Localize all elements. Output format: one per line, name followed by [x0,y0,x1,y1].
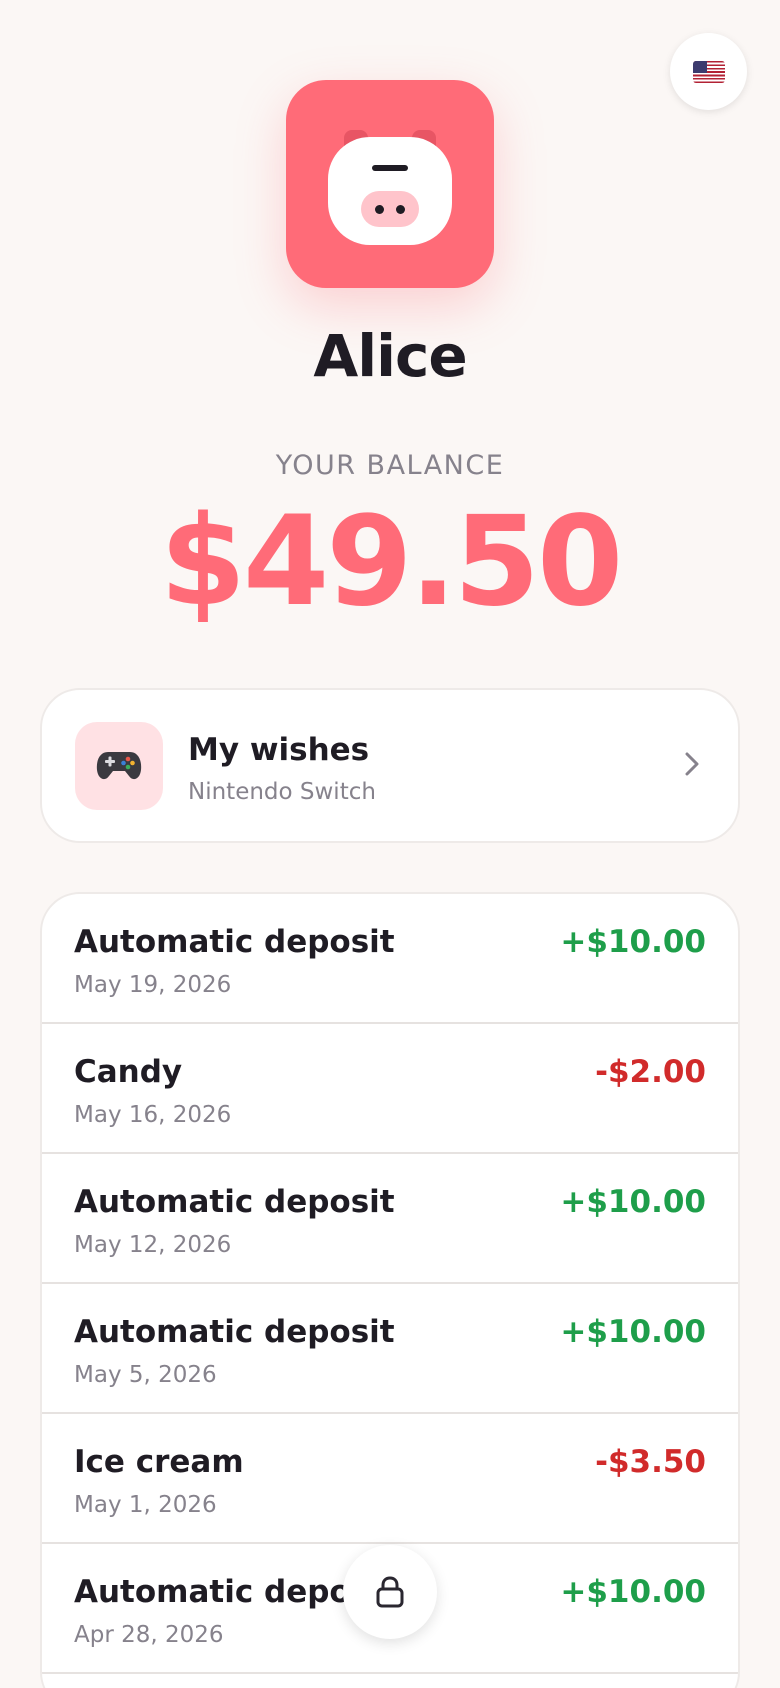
transaction-date: May 16, 2026 [74,1102,232,1128]
balance-amount: $49.50 [159,490,624,634]
transaction-date: May 5, 2026 [74,1362,217,1388]
transaction-row[interactable]: Automatic deposit May 12, 2026 +$10.00 [42,1154,738,1284]
transaction-title: Candy [74,1054,183,1090]
transaction-amount: +$10.00 [560,924,706,960]
transaction-amount: +$10.00 [560,1574,706,1610]
transaction-date: May 1, 2026 [74,1492,217,1518]
transaction-title: Ice cream [74,1444,244,1480]
transaction-row[interactable]: Automatic deposit May 5, 2026 +$10.00 [42,1284,738,1414]
transaction-row[interactable]: Candy May 16, 2026 -$2.00 [42,1024,738,1154]
child-name: Alice [313,322,467,390]
transaction-date: Apr 28, 2026 [74,1622,224,1648]
kid-wallet-screen: Alice YOUR BALANCE $49.50 My wishes Nint… [0,0,780,1688]
transaction-title: Automatic deposit [74,924,395,960]
game-controller-icon [75,722,163,810]
lock-button[interactable] [343,1545,437,1639]
transaction-row[interactable]: Automatic deposit May 19, 2026 +$10.00 [42,894,738,1024]
transaction-row[interactable]: Ice cream May 1, 2026 -$3.50 [42,1414,738,1544]
piggy-bank-icon [286,80,494,288]
transaction-title: Automatic deposit [74,1184,395,1220]
language-button[interactable] [670,33,747,110]
transaction-amount: -$3.50 [595,1444,706,1480]
wishes-card[interactable]: My wishes Nintendo Switch [40,688,740,843]
chevron-right-icon [685,752,699,776]
us-flag-icon [692,60,725,83]
transaction-date: May 19, 2026 [74,972,232,998]
transaction-date: May 12, 2026 [74,1232,232,1258]
transaction-amount: +$10.00 [560,1314,706,1350]
wishes-title: My wishes [188,732,370,768]
lock-icon [376,1576,404,1608]
balance-label: YOUR BALANCE [275,450,505,481]
wishes-subtitle: Nintendo Switch [188,779,376,805]
transaction-amount: -$2.00 [595,1054,706,1090]
transaction-amount: +$10.00 [560,1184,706,1220]
transaction-title: Automatic deposit [74,1314,395,1350]
